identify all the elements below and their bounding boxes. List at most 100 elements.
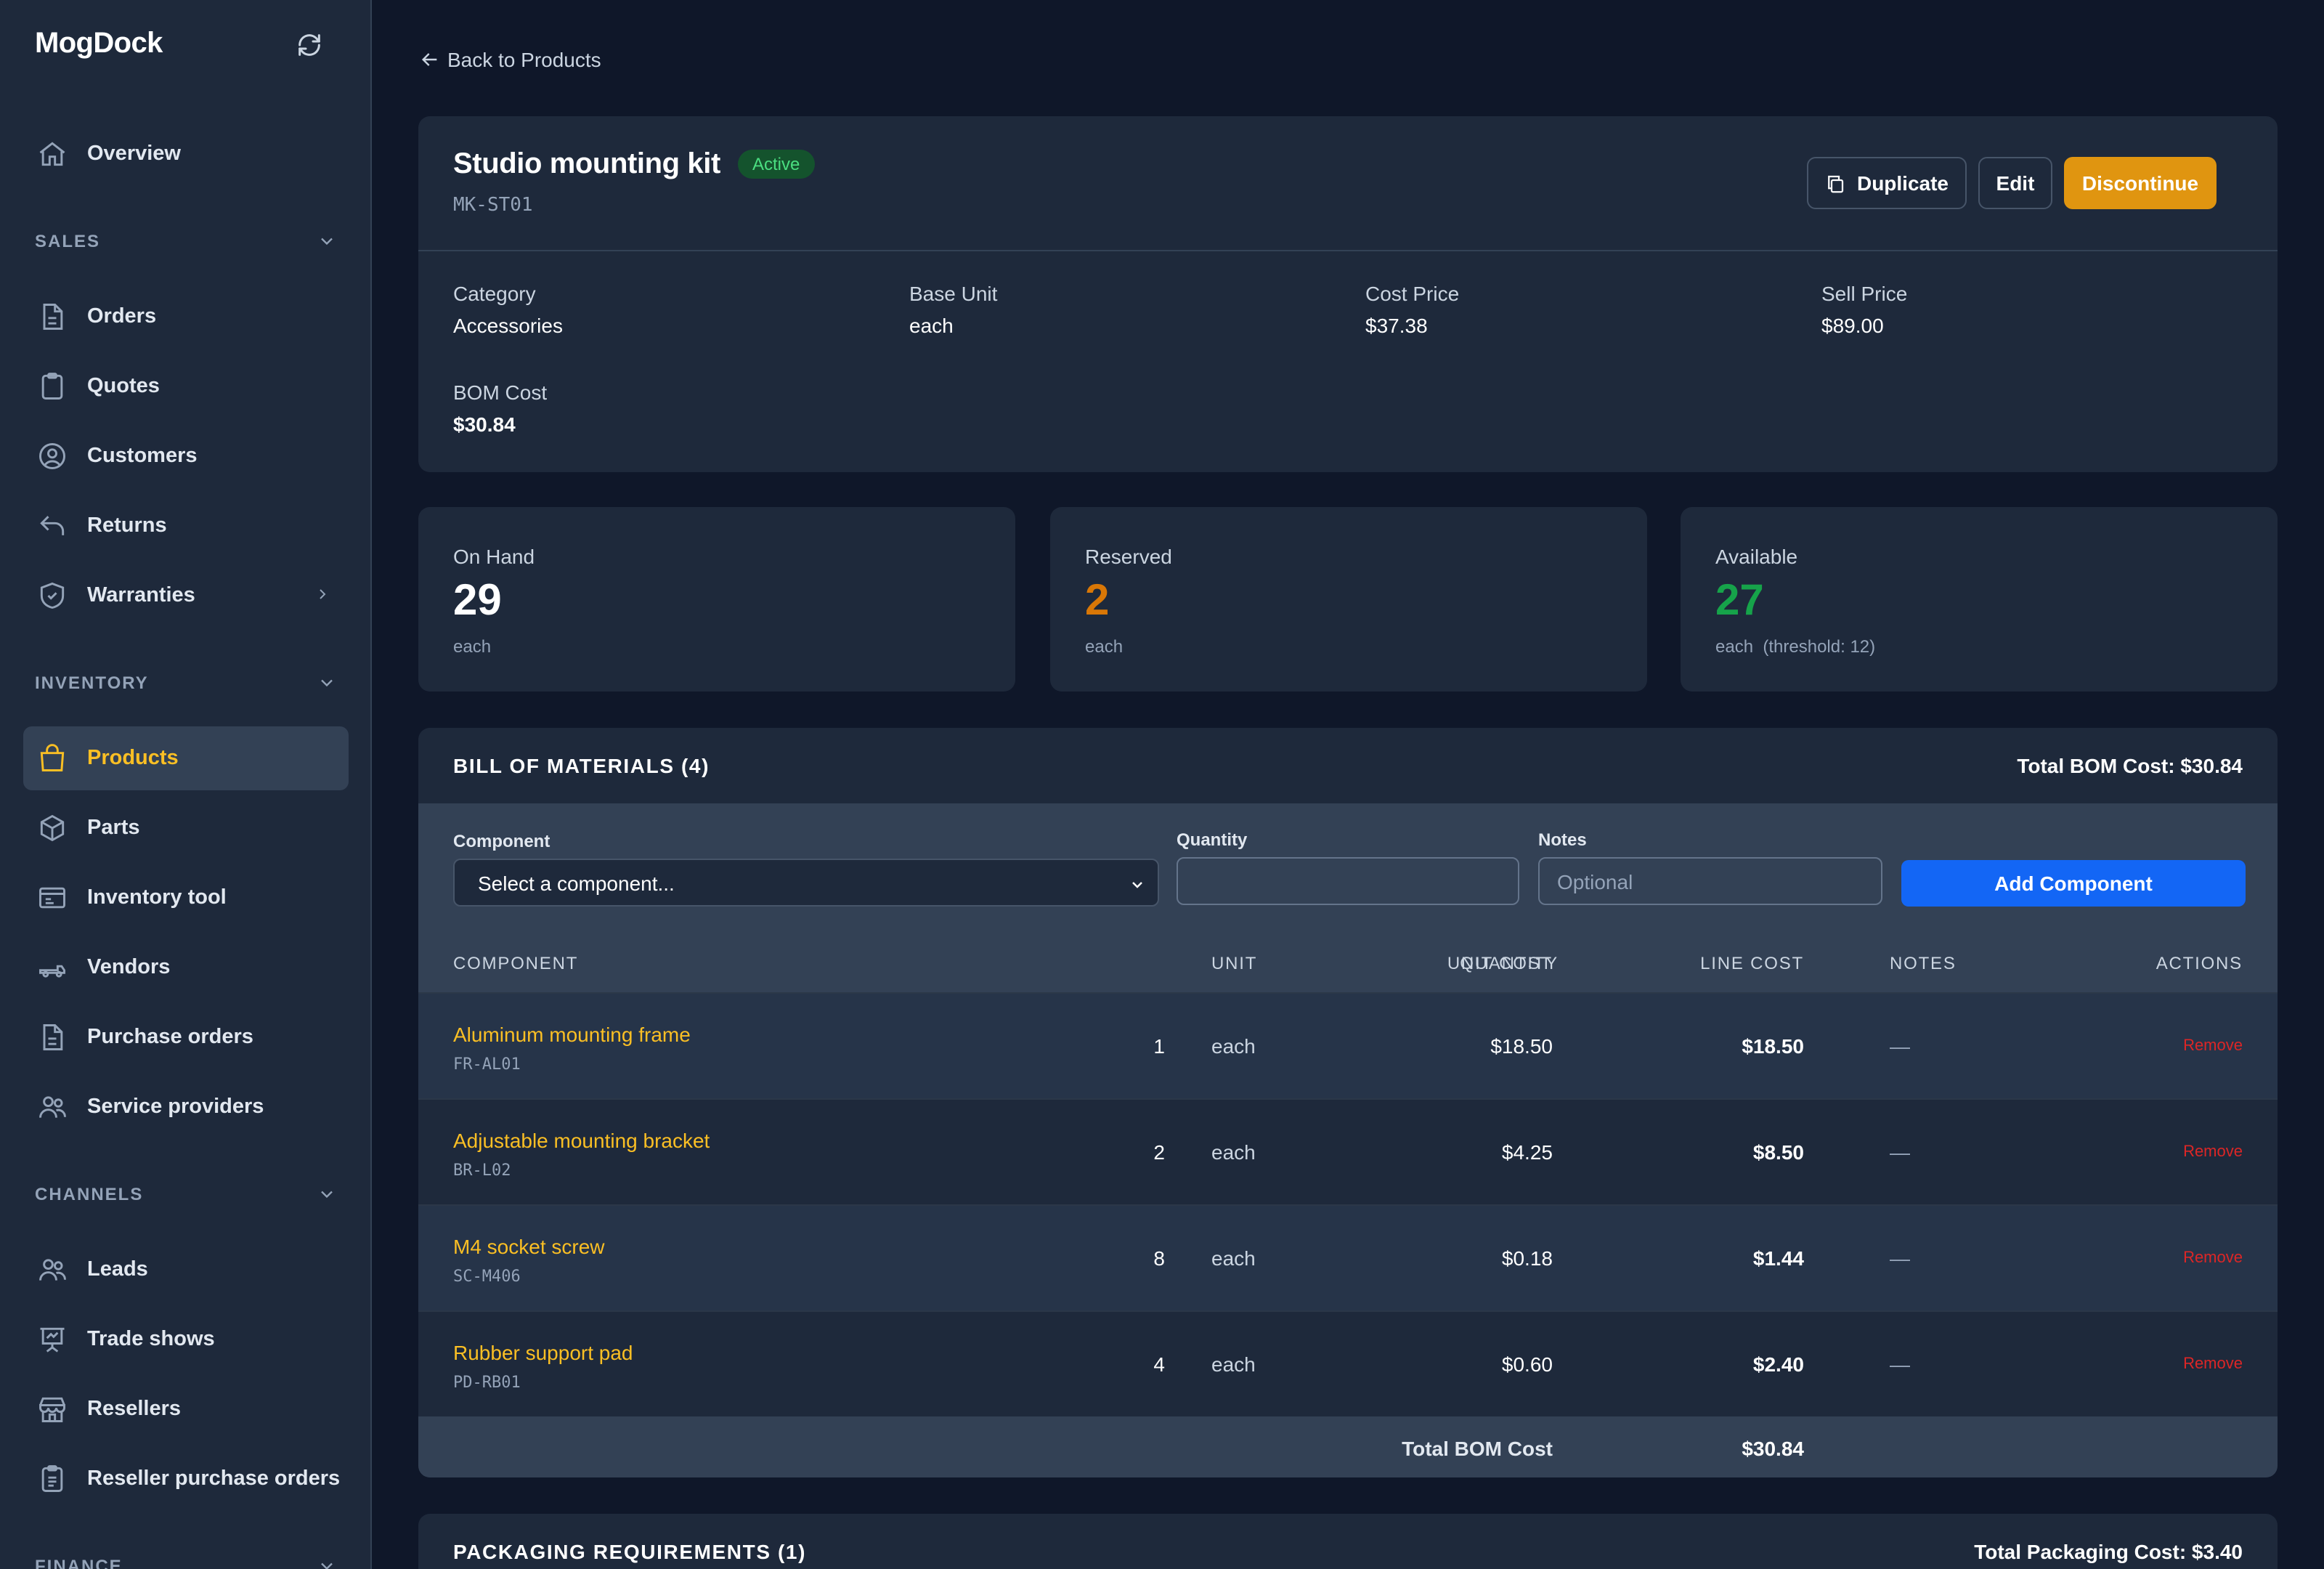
table-row: M4 socket screw SC-M406 8 each $0.18 $1.… (418, 1204, 2278, 1310)
stat-reserved: Reserved 2 each (1050, 507, 1647, 692)
sidebar-item-resellers[interactable]: Resellers (23, 1377, 349, 1441)
sidebar-item-orders[interactable]: Orders (23, 285, 349, 349)
sidebar-item-products[interactable]: Products (23, 726, 349, 790)
chevron-down-icon (321, 1562, 333, 1569)
notes-input[interactable]: Optional (1538, 857, 1882, 905)
sidebar-item-label: Inventory tool (87, 886, 227, 909)
remove-button[interactable]: Remove (2183, 1143, 2243, 1161)
packaging-requirements-card: PACKAGING REQUIREMENTS (1) Total Packagi… (418, 1514, 2278, 1569)
sidebar-item-purchase-orders[interactable]: Purchase orders (23, 1005, 349, 1069)
sidebar-item-label: Purchase orders (87, 1026, 253, 1049)
refresh-icon[interactable] (295, 31, 324, 60)
copy-icon (1829, 174, 1845, 192)
discontinue-button[interactable]: Discontinue (2064, 157, 2217, 209)
component-select-value: Select a component... (478, 871, 675, 894)
sidebar-item-inventory-tool[interactable]: Inventory tool (23, 866, 349, 930)
sidebar-item-leads[interactable]: Leads (23, 1238, 349, 1302)
stat-unit: each (threshold: 12) (1715, 636, 1876, 657)
sidebar: MogDock Overview SALES Orders Quotes Cus… (0, 0, 372, 1569)
sidebar-item-label: Warranties (87, 584, 195, 607)
sidebar-item-overview[interactable]: Overview (23, 122, 349, 186)
section-sales[interactable]: SALES (35, 231, 337, 251)
edit-button[interactable]: Edit (1978, 157, 2052, 209)
stat-value: 29 (453, 577, 502, 625)
packaging-title: PACKAGING REQUIREMENTS (1) (453, 1540, 806, 1563)
stat-label: Available (1715, 545, 1798, 568)
field-bom-cost: BOM Cost $30.84 (453, 381, 547, 436)
remove-button[interactable]: Remove (2183, 1249, 2243, 1267)
stat-on-hand: On Hand 29 each (418, 507, 1015, 692)
sidebar-item-label: Products (87, 747, 179, 770)
remove-button[interactable]: Remove (2183, 1355, 2243, 1373)
sidebar-item-vendors[interactable]: Vendors (23, 936, 349, 1000)
component-sku: BR-L02 (453, 1161, 511, 1180)
field-label: Base Unit (909, 282, 998, 305)
sidebar-item-trade-shows[interactable]: Trade shows (23, 1308, 349, 1371)
clipboard-icon (41, 373, 63, 400)
sidebar-item-parts[interactable]: Parts (23, 796, 349, 860)
back-to-products-link[interactable]: Back to Products (418, 48, 601, 71)
table-row: Adjustable mounting bracket BR-L02 2 eac… (418, 1098, 2278, 1204)
component-sku: PD-RB01 (453, 1373, 521, 1392)
bom-table-header: COMPONENT QUANTITY UNIT UNIT COST LINE C… (418, 934, 2278, 992)
component-name-link[interactable]: Aluminum mounting frame (453, 1023, 691, 1046)
shield-check-icon (40, 582, 65, 609)
edit-label: Edit (1996, 171, 2035, 195)
add-component-button[interactable]: Add Component (1901, 860, 2246, 907)
component-sku: SC-M406 (453, 1267, 521, 1286)
component-label: Component (453, 831, 550, 851)
notes-cell: — (1890, 1246, 1910, 1270)
remove-button[interactable]: Remove (2183, 1037, 2243, 1055)
bom-total-header: Total BOM Cost: $30.84 (2017, 754, 2243, 777)
component-name-link[interactable]: M4 socket screw (453, 1235, 605, 1258)
sidebar-item-label: Resellers (87, 1398, 181, 1421)
stat-value: 2 (1085, 577, 1110, 625)
table-row: Aluminum mounting frame FR-AL01 1 each $… (418, 992, 2278, 1098)
sidebar-item-label: Orders (87, 305, 157, 328)
document-icon (43, 304, 63, 330)
field-cost-price: Cost Price $37.38 (1365, 282, 1459, 337)
sidebar-item-service-providers[interactable]: Service providers (23, 1075, 349, 1139)
sidebar-item-warranties[interactable]: Warranties (23, 564, 349, 628)
quantity-input[interactable] (1177, 857, 1519, 905)
unit-cost-cell: $0.18 (1501, 1246, 1553, 1270)
table-row: Rubber support pad PD-RB01 4 each $0.60 … (418, 1310, 2278, 1416)
add-component-form: Component Select a component... Quantity… (418, 803, 2278, 934)
quantity-cell: 4 (1153, 1353, 1165, 1376)
stat-label: On Hand (453, 545, 535, 568)
sidebar-item-quotes[interactable]: Quotes (23, 354, 349, 418)
status-badge: Active (738, 150, 815, 179)
cube-icon (40, 814, 65, 842)
component-name-link[interactable]: Adjustable mounting bracket (453, 1129, 710, 1152)
duplicate-button[interactable]: Duplicate (1807, 157, 1967, 209)
unit-cost-cell: $18.50 (1490, 1034, 1553, 1058)
sidebar-item-returns[interactable]: Returns (23, 494, 349, 558)
section-finance[interactable]: FINANCE (35, 1556, 337, 1569)
field-label: BOM Cost (453, 381, 548, 404)
sidebar-item-label: Customers (87, 445, 198, 468)
stat-label: Reserved (1085, 545, 1172, 568)
section-channels[interactable]: CHANNELS (35, 1184, 337, 1204)
sidebar-item-customers[interactable]: Customers (23, 424, 349, 488)
component-name-link[interactable]: Rubber support pad (453, 1341, 633, 1364)
product-header-card: Studio mounting kit Active MK-ST01 Dupli… (418, 116, 2278, 472)
field-category: Category Accessories (453, 282, 563, 337)
inventory-tray-icon (39, 887, 65, 909)
sidebar-item-label: Overview (87, 142, 181, 166)
home-icon (39, 142, 65, 166)
field-value: each (909, 314, 954, 337)
unit-cell: each (1211, 1246, 1256, 1270)
section-inventory[interactable]: INVENTORY (35, 673, 337, 693)
sidebar-item-reseller-purchase-orders[interactable]: Reseller purchase orders (23, 1447, 349, 1511)
unit-cost-cell: $0.60 (1501, 1353, 1553, 1376)
column-header: COMPONENT (453, 953, 579, 973)
stat-unit: each (453, 636, 492, 657)
component-select[interactable]: Select a component... (453, 859, 1159, 907)
stat-available: Available 27 each (threshold: 12) (1681, 507, 2278, 692)
clipboard-list-icon (41, 1465, 63, 1492)
chevron-down-icon (321, 679, 333, 687)
presentation-board-icon (40, 1327, 65, 1353)
discontinue-label: Discontinue (2081, 171, 2199, 195)
duplicate-label: Duplicate (1856, 171, 1949, 195)
line-cost-cell: $2.40 (1752, 1353, 1804, 1376)
